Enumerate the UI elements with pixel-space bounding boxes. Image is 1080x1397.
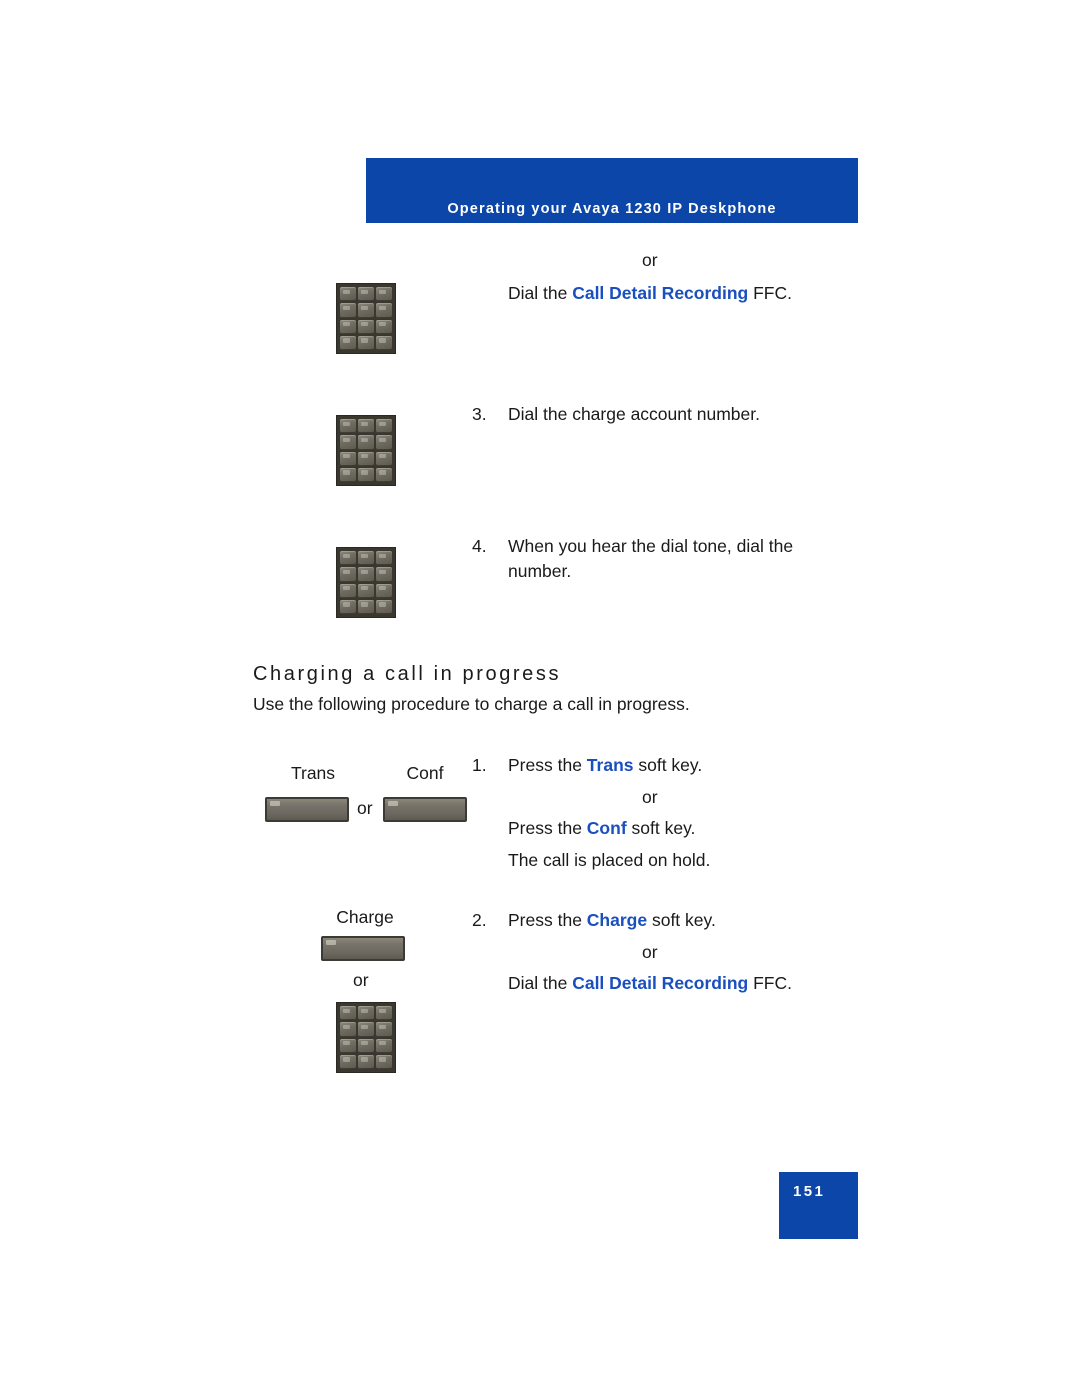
page-number: 151 [793,1183,826,1200]
dialpad-key [340,303,356,318]
conf-softkey-graphic [383,797,467,822]
dialpad-key [376,435,392,450]
dialpad-key [376,419,392,434]
dialpad-key [358,1022,374,1037]
page-header-banner: Operating your Avaya 1230 IP Deskphone [366,158,858,223]
dialpad-key [358,435,374,450]
trans-softkey-graphic [265,797,349,822]
dialpad-key [376,1054,392,1069]
dialpad-key [358,1006,374,1021]
dialpad-key [340,1006,356,1021]
dialpad-key [358,1038,374,1053]
dialpad-key [358,287,374,302]
dialpad-key [358,567,374,582]
dialpad-key [376,567,392,582]
trans-softkey-label: Trans [290,763,336,783]
dialpad-key [340,467,356,482]
step-4-text: When you hear the dial tone, dial the nu… [508,536,794,581]
dialpad-key [376,287,392,302]
dialpad-icon-3 [336,547,396,618]
step-2-accent: Charge [586,910,648,930]
dialpad-key [340,451,356,466]
dialpad-key [340,599,356,614]
dialpad-key [340,1038,356,1053]
dialpad-key [340,551,356,566]
charge-softkey-label: Charge [336,907,394,927]
section-heading: Charging a call in progress [253,663,562,685]
dialpad-key [376,303,392,318]
dialpad-key [376,583,392,598]
step-1-or-separator: or [642,787,658,807]
step-3-text: Dial the charge account number. [508,404,760,424]
dialpad-key [358,335,374,350]
dial-ffc-accent: Call Detail Recording [572,283,749,303]
step-2b-accent: Call Detail Recording [572,973,749,993]
dialpad-key [340,319,356,334]
dialpad-key [376,451,392,466]
dialpad-key [358,419,374,434]
dialpad-key [376,1038,392,1053]
dialpad-key [376,335,392,350]
step-1-accent: Trans [586,755,634,775]
step-2-number: 2. [472,910,487,930]
dialpad-key [340,287,356,302]
step-1b-suffix: soft key. [626,818,696,838]
dialpad-key [340,419,356,434]
dialpad-key [340,1022,356,1037]
dialpad-key [358,599,374,614]
conf-softkey-label: Conf [406,763,444,783]
step-1-text: Press the Trans soft key. [508,753,702,778]
dialpad-key [376,551,392,566]
dialpad-key [340,567,356,582]
step-1b-accent: Conf [586,818,627,838]
dial-ffc-instruction: Dial the Call Detail Recording FFC. [508,281,792,306]
step-2-suffix: soft key. [647,910,716,930]
step-1c-text: The call is placed on hold. [508,850,711,870]
dialpad-key [340,1054,356,1069]
step-2-text: Press the Charge soft key. [508,908,716,933]
dialpad-key [376,1006,392,1021]
step-1b-prefix: Press the [508,818,587,838]
step-1-suffix: soft key. [633,755,703,775]
step-2-or-separator: or [642,942,658,962]
step-4-number: 4. [472,536,487,556]
step-2-prefix: Press the [508,910,587,930]
dialpad-icon-2 [336,415,396,486]
dialpad-key [358,467,374,482]
dialpad-icon-1 [336,283,396,354]
step-1-number: 1. [472,755,487,775]
dialpad-key [358,451,374,466]
step-2b-prefix: Dial the [508,973,573,993]
charge-or-separator: or [353,970,369,990]
or-separator-top: or [642,250,658,270]
dialpad-key [358,551,374,566]
dialpad-key [376,467,392,482]
section-intro-text: Use the following procedure to charge a … [253,694,690,714]
dialpad-key [358,303,374,318]
dial-ffc-prefix: Dial the [508,283,573,303]
step-1b-text: Press the Conf soft key. [508,816,695,841]
softkey-or-separator: or [357,798,373,818]
step-3-number: 3. [472,404,487,424]
page-number-badge: 151 [779,1172,858,1239]
step-2b-text: Dial the Call Detail Recording FFC. [508,971,792,996]
dialpad-key [376,1022,392,1037]
dialpad-key [340,335,356,350]
dialpad-key [340,583,356,598]
dialpad-icon-4 [336,1002,396,1073]
dialpad-key [376,319,392,334]
charge-softkey-graphic [321,936,405,961]
dialpad-key [358,1054,374,1069]
step-1-prefix: Press the [508,755,587,775]
page-header-title: Operating your Avaya 1230 IP Deskphone [447,201,777,217]
dialpad-key [376,599,392,614]
dial-ffc-suffix: FFC. [748,283,792,303]
step-2b-suffix: FFC. [748,973,792,993]
dialpad-key [358,319,374,334]
dialpad-key [340,435,356,450]
dialpad-key [358,583,374,598]
